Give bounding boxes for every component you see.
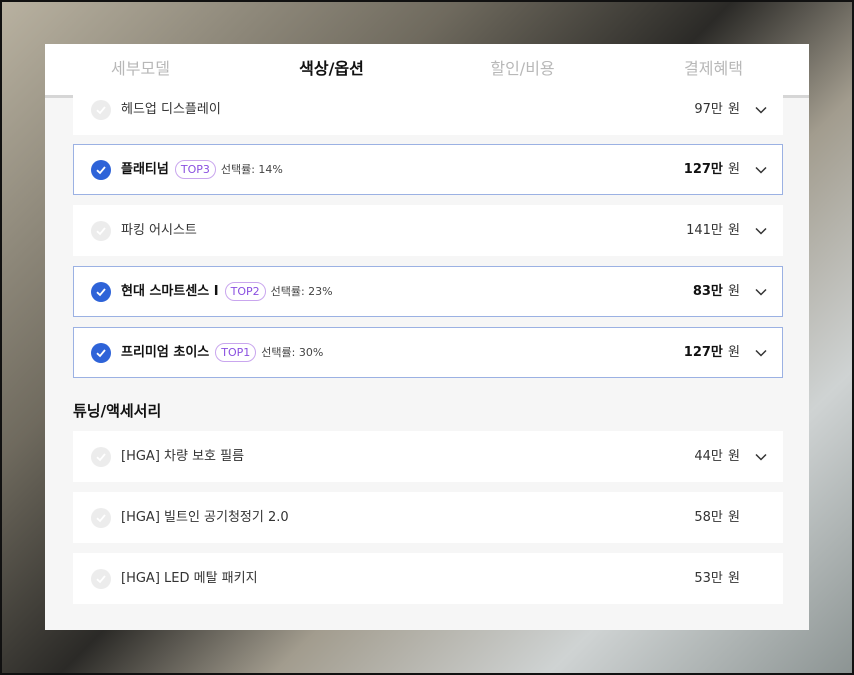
accessory-row-protection-film[interactable]: [HGA] 차량 보호 필름 44만 원 (73, 431, 783, 482)
price-unit: 원 (728, 449, 740, 464)
option-row-smartsense[interactable]: 현대 스마트센스 I TOP2 선택률: 23% 83만 원 (73, 266, 783, 317)
chevron-down-icon[interactable] (754, 450, 768, 464)
option-name: 현대 스마트센스 I (121, 284, 219, 299)
accessory-row-air-purifier[interactable]: [HGA] 빌트인 공기청정기 2.0 58만 원 (73, 492, 783, 543)
accessory-price: 58만 (694, 510, 723, 525)
selection-rate: 선택률: 30% (261, 346, 324, 359)
checkbox-checked[interactable] (91, 343, 111, 363)
checkbox-unchecked[interactable] (91, 508, 111, 528)
top-badge: TOP2 (224, 282, 266, 301)
price-unit: 원 (728, 510, 740, 525)
option-price: 97만 (694, 102, 723, 117)
chevron-down-icon[interactable] (754, 285, 768, 299)
price-unit: 원 (728, 345, 740, 360)
option-row-head-up-display[interactable]: 헤드업 디스플레이 97만 원 (73, 84, 783, 135)
option-row-premium-choice[interactable]: 프리미엄 초이스 TOP1 선택률: 30% 127만 원 (73, 327, 783, 378)
price-unit: 원 (728, 102, 740, 117)
checkbox-unchecked[interactable] (91, 447, 111, 467)
section-title-tuning: 튜닝/액세서리 (73, 402, 162, 420)
checkbox-unchecked[interactable] (91, 221, 111, 241)
option-price: 141만 (686, 223, 723, 238)
checkbox-checked[interactable] (91, 160, 111, 180)
option-row-platinum[interactable]: 플래티넘 TOP3 선택률: 14% 127만 원 (73, 144, 783, 195)
chevron-down-icon[interactable] (754, 224, 768, 238)
accessory-name: [HGA] 빌트인 공기청정기 2.0 (121, 510, 289, 525)
accessory-price: 44만 (694, 449, 723, 464)
option-price: 83만 (692, 284, 723, 299)
option-name: 프리미엄 초이스 (121, 345, 210, 360)
price-unit: 원 (728, 223, 740, 238)
checkbox-checked[interactable] (91, 282, 111, 302)
price-unit: 원 (728, 571, 740, 586)
accessory-row-led-metal-package[interactable]: [HGA] LED 메탈 패키지 53만 원 (73, 553, 783, 604)
option-price: 127만 (683, 345, 723, 360)
accessory-name: [HGA] 차량 보호 필름 (121, 449, 245, 464)
option-name: 헤드업 디스플레이 (121, 102, 221, 117)
options-panel: 세부모델 색상/옵션 할인/비용 결제혜택 헤드업 디스플레이 97만 원 플래… (45, 44, 809, 630)
accessory-name: [HGA] LED 메탈 패키지 (121, 571, 258, 586)
chevron-down-icon[interactable] (754, 346, 768, 360)
accessory-price: 53만 (694, 571, 723, 586)
option-name: 플래티넘 (121, 162, 169, 177)
chevron-down-icon[interactable] (754, 163, 768, 177)
price-unit: 원 (728, 162, 740, 177)
price-unit: 원 (728, 284, 740, 299)
option-name: 파킹 어시스트 (121, 223, 197, 238)
checkbox-unchecked[interactable] (91, 100, 111, 120)
checkbox-unchecked[interactable] (91, 569, 111, 589)
top-badge: TOP3 (174, 160, 216, 179)
option-row-parking-assist[interactable]: 파킹 어시스트 141만 원 (73, 205, 783, 256)
selection-rate: 선택률: 14% (220, 163, 283, 176)
selection-rate: 선택률: 23% (270, 285, 333, 298)
option-price: 127만 (683, 162, 723, 177)
top-badge: TOP1 (215, 343, 257, 362)
chevron-down-icon[interactable] (754, 103, 768, 117)
